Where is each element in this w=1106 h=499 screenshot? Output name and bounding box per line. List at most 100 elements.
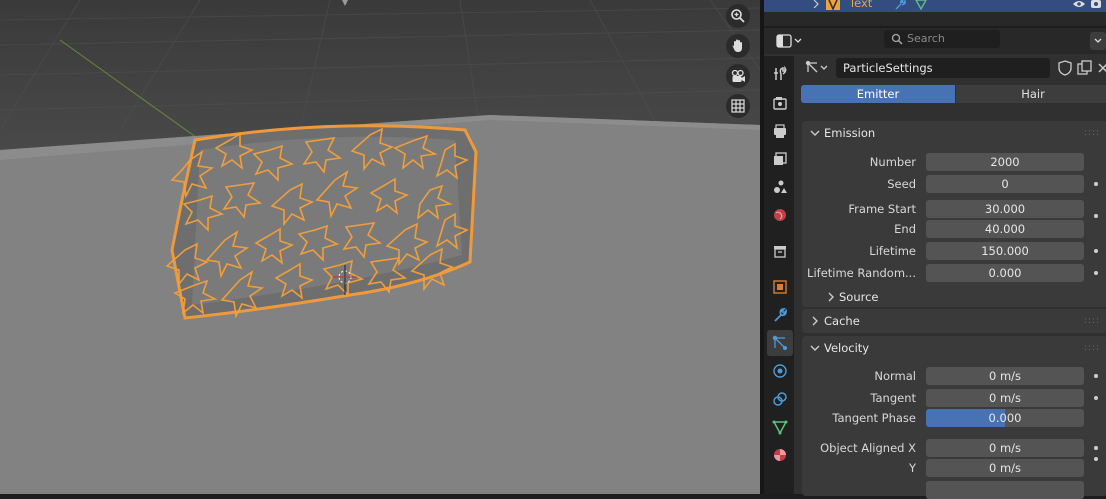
chevron-right-icon: [812, 316, 818, 326]
lifetime-random-field[interactable]: 0.000: [926, 264, 1084, 282]
object-aligned-y-field[interactable]: 0 m/s: [926, 459, 1084, 477]
editor-type-menu[interactable]: [776, 32, 804, 50]
physics-icon: [773, 364, 787, 378]
outliner-row-text[interactable]: Text: [764, 0, 1106, 12]
search-placeholder: Search: [907, 32, 945, 45]
data-tab[interactable]: [767, 414, 793, 440]
outliner: Text: [764, 0, 1106, 26]
render-tab[interactable]: [767, 90, 793, 116]
tool-icon: [774, 66, 787, 80]
collection-icon: [774, 246, 786, 258]
eye-icon[interactable]: [1072, 0, 1086, 10]
frame-start-label: Frame Start: [848, 202, 916, 216]
scene-icon: [774, 180, 787, 193]
world-tab[interactable]: [767, 202, 793, 228]
number-field[interactable]: 2000: [926, 153, 1084, 171]
chevron-down-icon: [810, 345, 820, 351]
search-input[interactable]: Search: [884, 30, 1000, 48]
viewport-scene: [0, 0, 760, 494]
emission-panel-header[interactable]: Emission ::::: [802, 121, 1106, 145]
tangent-phase-label: Tangent Phase: [832, 411, 916, 425]
particle-settings-browse[interactable]: [804, 58, 832, 78]
keyframe-dot[interactable]: [1094, 396, 1098, 400]
properties-editor: Search ParticleSettings Emitter Hair Emi…: [764, 28, 1106, 499]
seed-label: Seed: [887, 177, 916, 191]
drag-handle-icon[interactable]: ::::: [1084, 128, 1100, 138]
particles-tab[interactable]: [767, 330, 793, 356]
particle-settings-datablock: ParticleSettings: [804, 58, 1106, 78]
object-tab[interactable]: [767, 274, 793, 300]
duplicate-icon[interactable]: [1076, 59, 1094, 77]
scene-tab[interactable]: [767, 174, 793, 200]
tangent-label: Tangent: [870, 391, 916, 405]
frame-start-field[interactable]: 30.000: [926, 200, 1084, 218]
keyframe-dot[interactable]: [1094, 271, 1098, 275]
object-aligned-z-field[interactable]: [926, 481, 1084, 499]
drag-handle-icon[interactable]: ::::: [1084, 343, 1100, 353]
render-camera-icon[interactable]: [1090, 0, 1102, 10]
particle-settings-name-field[interactable]: ParticleSettings: [836, 58, 1050, 78]
wrench-icon: [774, 308, 787, 322]
tab-hair[interactable]: Hair: [956, 85, 1106, 103]
object-aligned-x-field[interactable]: 0 m/s: [926, 439, 1084, 457]
mesh-data-icon: [915, 0, 927, 10]
end-field[interactable]: 40.000: [926, 220, 1084, 238]
output-tab[interactable]: [767, 118, 793, 144]
material-tab[interactable]: [767, 442, 793, 468]
keyframe-dot[interactable]: [1094, 457, 1098, 461]
render-icon: [773, 97, 787, 110]
collection-tab[interactable]: [767, 238, 793, 264]
mesh-data-icon: [772, 420, 788, 435]
tab-emitter[interactable]: Emitter: [801, 85, 955, 103]
keyframe-dot[interactable]: [1094, 182, 1098, 186]
normal-field[interactable]: 0 m/s: [926, 367, 1084, 385]
keyframe-dot[interactable]: [1094, 446, 1098, 450]
tool-tab[interactable]: [767, 61, 793, 87]
properties-header: Search: [764, 28, 1106, 54]
close-icon[interactable]: [1096, 59, 1106, 77]
properties-tabs: [764, 56, 794, 494]
hand-icon[interactable]: [726, 34, 750, 58]
emission-panel: Emission :::: Number 2000 Seed 0 Frame S…: [802, 121, 1106, 307]
end-label: End: [894, 222, 916, 236]
panel-title: Velocity: [824, 341, 870, 355]
keyframe-dot[interactable]: [1094, 214, 1098, 218]
cache-panel-header[interactable]: Cache ::::: [802, 309, 1106, 333]
camera-icon[interactable]: [726, 64, 750, 88]
wrench-icon: [895, 0, 906, 10]
zoom-icon[interactable]: [726, 4, 750, 28]
object-aligned-y-label: Y: [908, 461, 916, 475]
output-icon: [774, 124, 786, 138]
drag-handle-icon[interactable]: ::::: [1084, 316, 1100, 326]
object-icon: [773, 280, 787, 294]
velocity-panel-header[interactable]: Velocity ::::: [802, 336, 1106, 360]
search-icon: [891, 33, 903, 45]
panel-title: Cache: [824, 314, 860, 328]
normal-label: Normal: [874, 369, 916, 383]
grid-icon[interactable]: [726, 94, 750, 118]
velocity-panel: Velocity :::: Normal 0 m/s Tangent 0 m/s…: [802, 336, 1106, 499]
source-subpanel-header[interactable]: Source: [802, 286, 1106, 308]
subpanel-title: Source: [839, 290, 879, 304]
physics-tab[interactable]: [767, 358, 793, 384]
seed-field[interactable]: 0: [926, 175, 1084, 193]
cache-panel: Cache ::::: [802, 309, 1106, 333]
chevron-down-icon[interactable]: [1090, 32, 1106, 50]
keyframe-dot[interactable]: [1094, 374, 1098, 378]
tangent-field[interactable]: 0 m/s: [926, 389, 1084, 407]
number-label: Number: [869, 155, 916, 169]
tangent-phase-slider[interactable]: 0.000: [926, 409, 1084, 427]
view-layer-tab[interactable]: [767, 146, 793, 172]
lifetime-field[interactable]: 150.000: [926, 242, 1084, 260]
modifier-tab[interactable]: [767, 302, 793, 328]
outliner-item-label: Text: [849, 0, 873, 10]
chevron-right-icon[interactable]: [812, 0, 820, 8]
fake-user-shield-icon[interactable]: [1056, 59, 1074, 77]
constraints-icon: [773, 392, 787, 406]
object-aligned-x-label: Object Aligned X: [820, 441, 916, 455]
3d-viewport[interactable]: [0, 0, 760, 494]
text-object-icon: [826, 0, 840, 10]
constraints-tab[interactable]: [767, 386, 793, 412]
keyframe-dot[interactable]: [1094, 249, 1098, 253]
panel-title: Emission: [824, 126, 876, 140]
